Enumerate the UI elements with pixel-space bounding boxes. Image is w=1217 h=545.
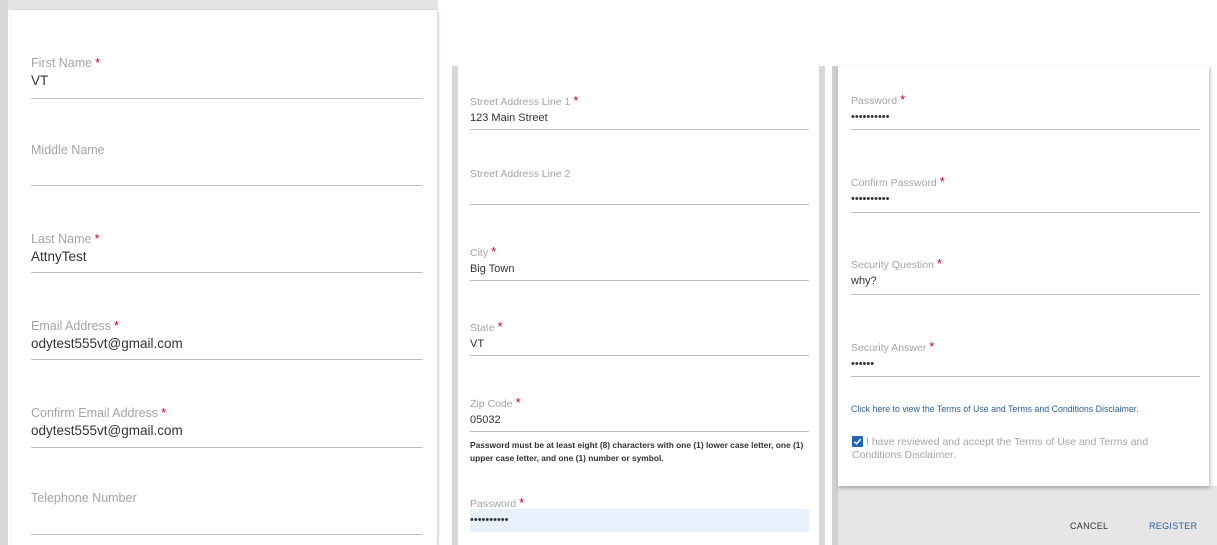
- address-panel: Street Address Line 1 * 123 Main Street S…: [458, 66, 819, 545]
- input-underline: [851, 376, 1200, 377]
- confirm-password-field[interactable]: Confirm Password * ••••••••••: [851, 174, 1200, 214]
- required-marker: *: [94, 231, 100, 246]
- password-requirements-text: Password must be at least eight (8) char…: [470, 440, 804, 463]
- street-line1-value[interactable]: 123 Main Street: [470, 112, 548, 124]
- input-underline: [470, 129, 809, 130]
- required-marker: *: [573, 93, 579, 108]
- input-underline: [851, 212, 1200, 213]
- input-underline: [470, 204, 809, 205]
- security-question-value[interactable]: why?: [851, 275, 877, 287]
- password-value[interactable]: ••••••••••: [470, 514, 509, 526]
- required-marker: *: [497, 319, 503, 334]
- street-line1-field[interactable]: Street Address Line 1 * 123 Main Street: [470, 93, 809, 133]
- city-field[interactable]: City * Big Town: [470, 244, 809, 284]
- input-underline: [31, 447, 423, 448]
- required-marker: *: [161, 405, 167, 420]
- input-underline: [31, 359, 423, 360]
- confirm-email-label: Confirm Email Address: [31, 406, 159, 420]
- street-line2-field[interactable]: Street Address Line 2: [470, 168, 809, 208]
- security-panel: Password * •••••••••• Confirm Password * •…: [838, 66, 1209, 486]
- last-name-field[interactable]: Last Name * AttnyTest: [31, 231, 423, 276]
- input-underline: [31, 98, 423, 99]
- password-label: Password: [851, 95, 898, 107]
- security-answer-value[interactable]: ••••••: [851, 358, 874, 370]
- input-underline: [851, 129, 1200, 130]
- input-underline: [470, 355, 809, 356]
- terms-link[interactable]: Click here to view the Terms of Use and …: [851, 404, 1139, 414]
- confirm-email-field[interactable]: Confirm Email Address * odytest555vt@gmai…: [31, 405, 423, 450]
- required-marker: *: [929, 339, 935, 354]
- last-name-value[interactable]: AttnyTest: [31, 249, 87, 264]
- city-label: City: [470, 247, 489, 259]
- confirm-password-label: Confirm Password: [851, 177, 937, 189]
- input-underline: [31, 534, 423, 535]
- state-field[interactable]: State * VT: [470, 319, 809, 359]
- city-value[interactable]: Big Town: [470, 263, 514, 275]
- accept-terms-label: I have reviewed and accept the Terms of …: [852, 436, 1149, 461]
- personal-info-panel: First Name * VT Middle Name Last Name * At…: [12, 10, 437, 545]
- password-input-highlight[interactable]: [470, 509, 809, 532]
- password-field-focused[interactable]: Password * ••••••••••: [470, 495, 809, 535]
- zip-code-value[interactable]: 05032: [470, 414, 501, 426]
- last-name-label: Last Name: [31, 232, 92, 246]
- required-marker: *: [519, 495, 525, 510]
- input-underline: [31, 185, 423, 186]
- required-marker: *: [900, 92, 906, 107]
- required-marker: *: [95, 55, 101, 70]
- security-answer-field[interactable]: Security Answer * ••••••: [851, 339, 1200, 379]
- zip-code-label: Zip Code: [470, 398, 513, 410]
- first-name-label: First Name: [31, 56, 93, 70]
- street-line2-label: Street Address Line 2: [470, 168, 571, 180]
- input-underline: [851, 294, 1200, 295]
- confirm-password-value[interactable]: ••••••••••: [851, 193, 890, 205]
- middle-name-label: Middle Name: [31, 143, 105, 157]
- input-underline: [470, 431, 809, 432]
- street-line1-label: Street Address Line 1: [470, 96, 571, 108]
- telephone-label: Telephone Number: [31, 491, 137, 505]
- required-marker: *: [515, 395, 521, 410]
- input-underline: [31, 272, 423, 273]
- register-button[interactable]: REGISTER: [1149, 521, 1197, 531]
- first-name-value[interactable]: VT: [31, 73, 48, 88]
- required-marker: *: [939, 174, 945, 189]
- required-marker: *: [113, 318, 119, 333]
- dialog-footer-bg: [838, 486, 1217, 545]
- password-field[interactable]: Password * ••••••••••: [851, 92, 1200, 132]
- password-value[interactable]: ••••••••••: [851, 111, 890, 123]
- state-label: State: [470, 322, 495, 334]
- required-marker: *: [491, 244, 497, 259]
- state-value[interactable]: VT: [470, 338, 484, 350]
- first-name-field[interactable]: First Name * VT: [31, 55, 423, 100]
- security-question-label: Security Question: [851, 259, 934, 271]
- security-answer-label: Security Answer: [851, 342, 927, 354]
- email-value[interactable]: odytest555vt@gmail.com: [31, 336, 183, 351]
- telephone-field[interactable]: Telephone Number: [31, 491, 423, 536]
- security-question-field[interactable]: Security Question * why?: [851, 256, 1200, 296]
- cancel-button[interactable]: CANCEL: [1070, 521, 1108, 531]
- middle-name-field[interactable]: Middle Name: [31, 143, 423, 188]
- email-field[interactable]: Email Address * odytest555vt@gmail.com: [31, 318, 423, 363]
- input-underline: [470, 280, 809, 281]
- zip-code-field[interactable]: Zip Code * 05032: [470, 395, 809, 435]
- required-marker: *: [936, 256, 942, 271]
- confirm-email-value[interactable]: odytest555vt@gmail.com: [31, 423, 183, 438]
- email-label: Email Address: [31, 319, 111, 333]
